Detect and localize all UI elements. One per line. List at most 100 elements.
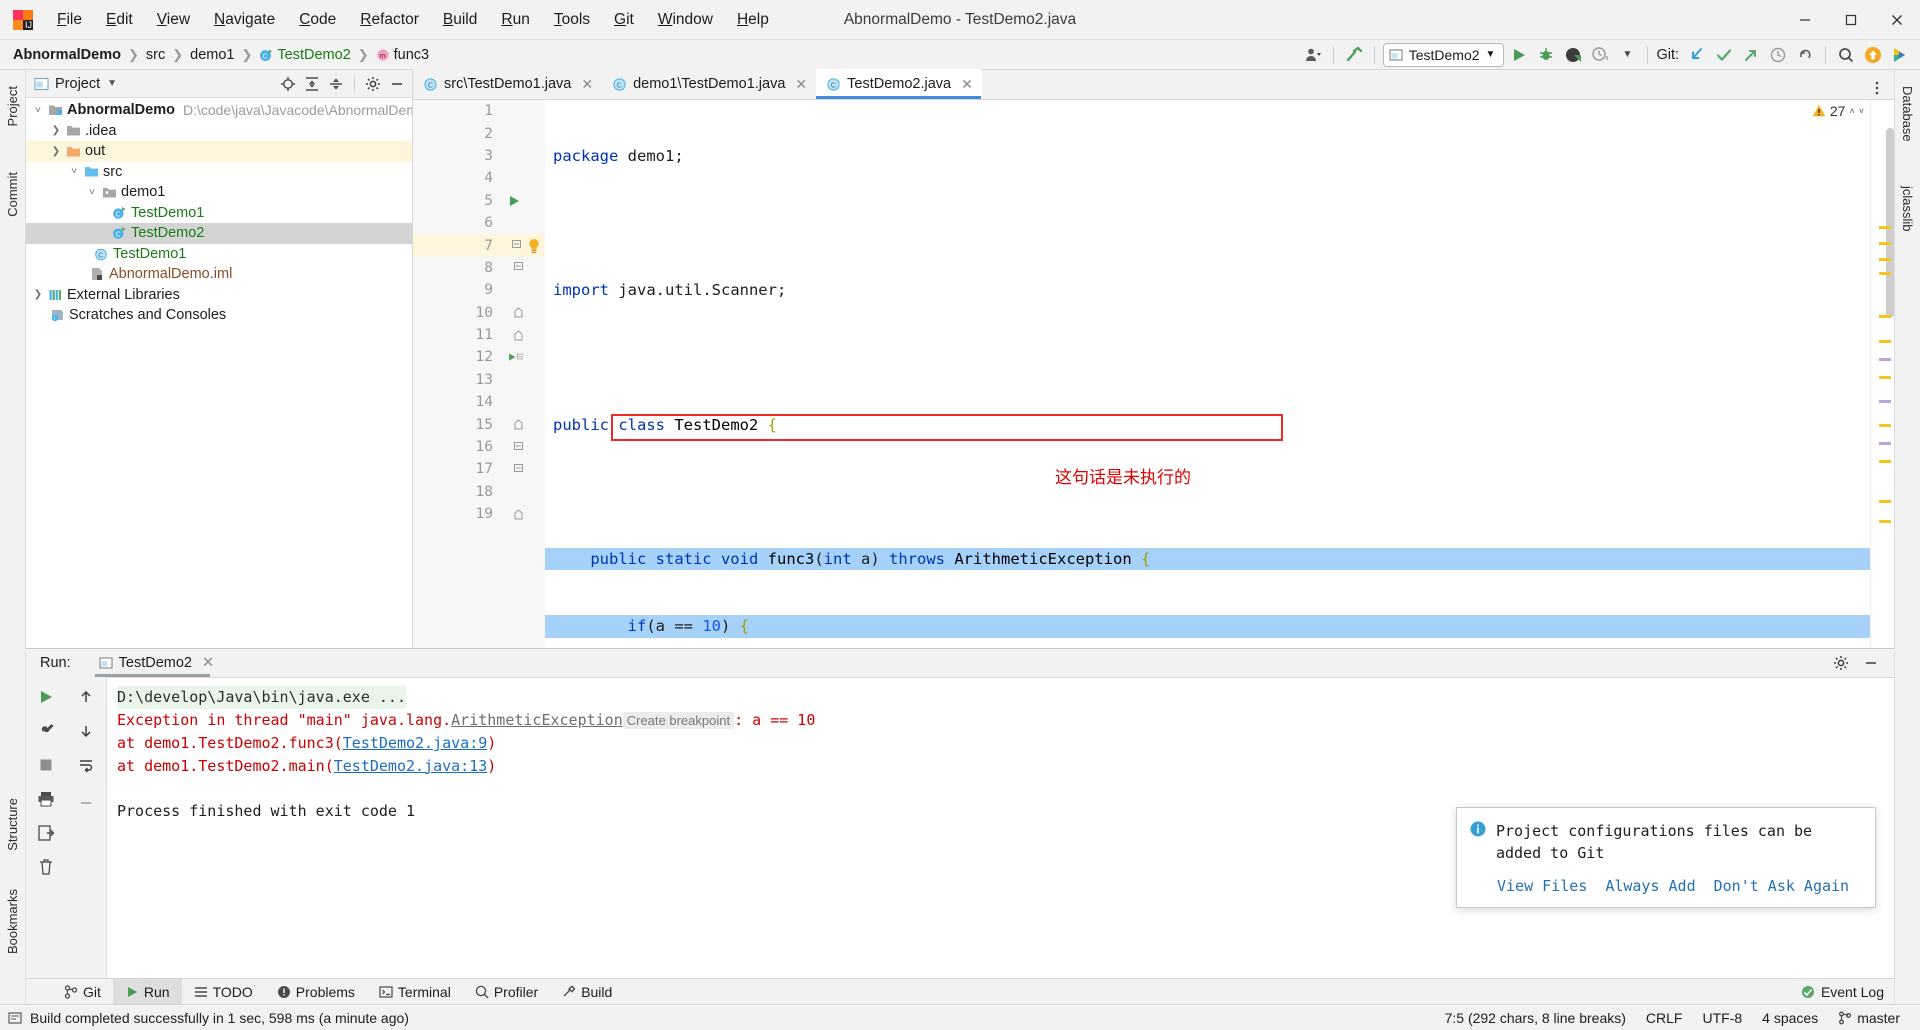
run-configuration-selector[interactable]: TestDemo2 ▼ [1383,43,1505,67]
menu-tools[interactable]: Tools [543,7,601,33]
edit-configuration-button[interactable] [34,719,58,743]
debug-button[interactable] [1534,43,1558,67]
close-button[interactable] [1874,0,1920,40]
close-icon[interactable]: ✕ [202,655,214,671]
tool-window-button-project[interactable]: Project [1,76,24,136]
intention-bulb-icon[interactable] [499,234,545,256]
close-icon[interactable]: ✕ [795,76,807,93]
fold-icon[interactable] [499,436,545,458]
fold-icon[interactable] [499,458,545,480]
run-console[interactable]: D:\develop\Java\bin\java.exe ... Excepti… [106,677,1894,978]
tree-node-iml[interactable]: AbnormalDemo.iml [26,264,412,285]
git-commit-icon[interactable] [1712,43,1736,67]
select-opened-file-icon[interactable] [277,73,299,95]
run-with-coverage-button[interactable] [1561,43,1585,67]
menu-run[interactable]: Run [490,7,540,33]
scroll-up-button[interactable] [74,685,98,709]
tree-node-out[interactable]: ❯ out [26,141,412,162]
git-history-icon[interactable] [1766,43,1790,67]
menu-file[interactable]: File [46,7,93,33]
stack-link[interactable]: TestDemo2.java:13 [334,757,488,775]
editor-tab-demo1-testdemo1[interactable]: C demo1\TestDemo1.java ✕ [602,69,816,99]
indent-setting[interactable]: 4 spaces [1752,1010,1828,1026]
menu-window[interactable]: Window [647,7,724,33]
breadcrumb-item-method[interactable]: m func3 [371,45,434,65]
profiler-dropdown-icon[interactable]: ▼ [1615,43,1639,67]
code-text[interactable]: package demo1; import java.util.Scanner;… [545,100,1870,648]
exception-class-link[interactable]: ArithmeticException [451,711,623,729]
tree-node-external-libraries[interactable]: ❯ External Libraries [26,285,412,306]
breadcrumb-item-project[interactable]: AbnormalDemo [8,45,126,65]
build-hammer-icon[interactable] [1342,43,1366,67]
menu-build[interactable]: Build [432,7,488,33]
print-button[interactable] [34,787,58,811]
stop-button[interactable] [34,753,58,777]
chevron-down-icon[interactable]: ˅ [1859,106,1864,116]
menu-view[interactable]: View [146,7,201,33]
tool-window-button-database[interactable]: Database [1896,76,1919,152]
toolbar-colorful-icon[interactable] [1888,43,1912,67]
editor-tab-src-testdemo1[interactable]: C src\TestDemo1.java ✕ [413,69,602,99]
bottom-tab-profiler[interactable]: Profiler [463,979,550,1005]
menu-git[interactable]: Git [603,7,645,33]
chevron-down-icon[interactable]: ▼ [107,78,117,89]
tree-node-testdemo1-demo1[interactable]: C TestDemo1 [26,203,412,224]
update-available-icon[interactable] [1861,43,1885,67]
notification-action-view-files[interactable]: View Files [1497,875,1587,898]
search-everywhere-icon[interactable] [1834,43,1858,67]
breadcrumb-item-src[interactable]: src [141,45,170,65]
tool-window-button-bookmarks[interactable]: Bookmarks [1,879,24,964]
close-icon[interactable]: ✕ [581,76,593,93]
minimize-button[interactable] [1782,0,1828,40]
menu-code[interactable]: Code [288,7,347,33]
chevron-down-icon[interactable]: ˅ [84,187,100,198]
notification-action-dont-ask[interactable]: Don't Ask Again [1714,875,1849,898]
run-button[interactable] [1507,43,1531,67]
tree-node-abnormaldemo[interactable]: ˅ AbnormalDemo D:\code\java\Javacode\Abn… [26,100,412,121]
chevron-right-icon[interactable]: ❯ [48,125,64,136]
bottom-tab-git[interactable]: Git [52,979,113,1005]
tool-window-button-commit[interactable]: Commit [1,162,24,227]
tree-node-testdemo2[interactable]: C TestDemo2 [26,223,412,244]
event-log-label[interactable]: Event Log [1821,984,1884,1000]
editor-options-icon[interactable] [1866,77,1888,99]
bottom-tab-run[interactable]: Run [113,979,182,1005]
scroll-to-end-button[interactable] [74,787,98,811]
git-update-icon[interactable] [1685,43,1709,67]
tree-node-src[interactable]: ˅ src [26,162,412,183]
editor-markers-bar[interactable]: 27 ˄ ˅ [1870,100,1894,648]
git-notification-popup[interactable]: Project configurations files can be adde… [1456,807,1876,909]
chevron-down-icon[interactable]: ˅ [30,105,46,116]
menu-edit[interactable]: Edit [95,7,144,33]
run-tab-testdemo2[interactable]: TestDemo2 ✕ [93,653,221,673]
scroll-down-button[interactable] [74,719,98,743]
menu-refactor[interactable]: Refactor [349,7,430,33]
soft-wrap-button[interactable] [74,753,98,777]
bottom-tab-build[interactable]: Build [550,979,624,1005]
chevron-right-icon[interactable]: ❯ [30,289,46,300]
editor-scrollbar-thumb[interactable] [1886,128,1894,318]
tree-node-demo1[interactable]: ˅ demo1 [26,182,412,203]
breadcrumb-item-demo1[interactable]: demo1 [185,45,239,65]
collapse-all-icon[interactable] [325,73,347,95]
caret-position[interactable]: 7:5 (292 chars, 8 line breaks) [1435,1010,1636,1026]
export-button[interactable] [34,821,58,845]
profiler-button[interactable] [1588,43,1612,67]
code-editor[interactable]: 1 2 3 4 5 6 7 8 9 10 11 12 13 [413,100,1894,648]
fold-end-icon[interactable] [499,324,545,346]
run-class-gutter-icon[interactable] [499,190,545,212]
menu-help[interactable]: Help [726,7,780,33]
fold-end-icon[interactable] [499,503,545,525]
clear-all-button[interactable] [34,855,58,879]
tree-node-idea[interactable]: ❯ .idea [26,121,412,142]
line-separator[interactable]: CRLF [1636,1010,1693,1026]
expand-all-icon[interactable] [301,73,323,95]
fold-end-icon[interactable] [499,302,545,324]
menu-navigate[interactable]: Navigate [203,7,286,33]
run-main-gutter-icon[interactable] [499,346,545,368]
rerun-button[interactable] [34,685,58,709]
stack-link[interactable]: TestDemo2.java:9 [343,734,488,752]
bottom-tab-todo[interactable]: TODO [182,979,265,1005]
user-account-icon[interactable] [1301,43,1325,67]
git-branch[interactable]: master [1828,1010,1910,1026]
